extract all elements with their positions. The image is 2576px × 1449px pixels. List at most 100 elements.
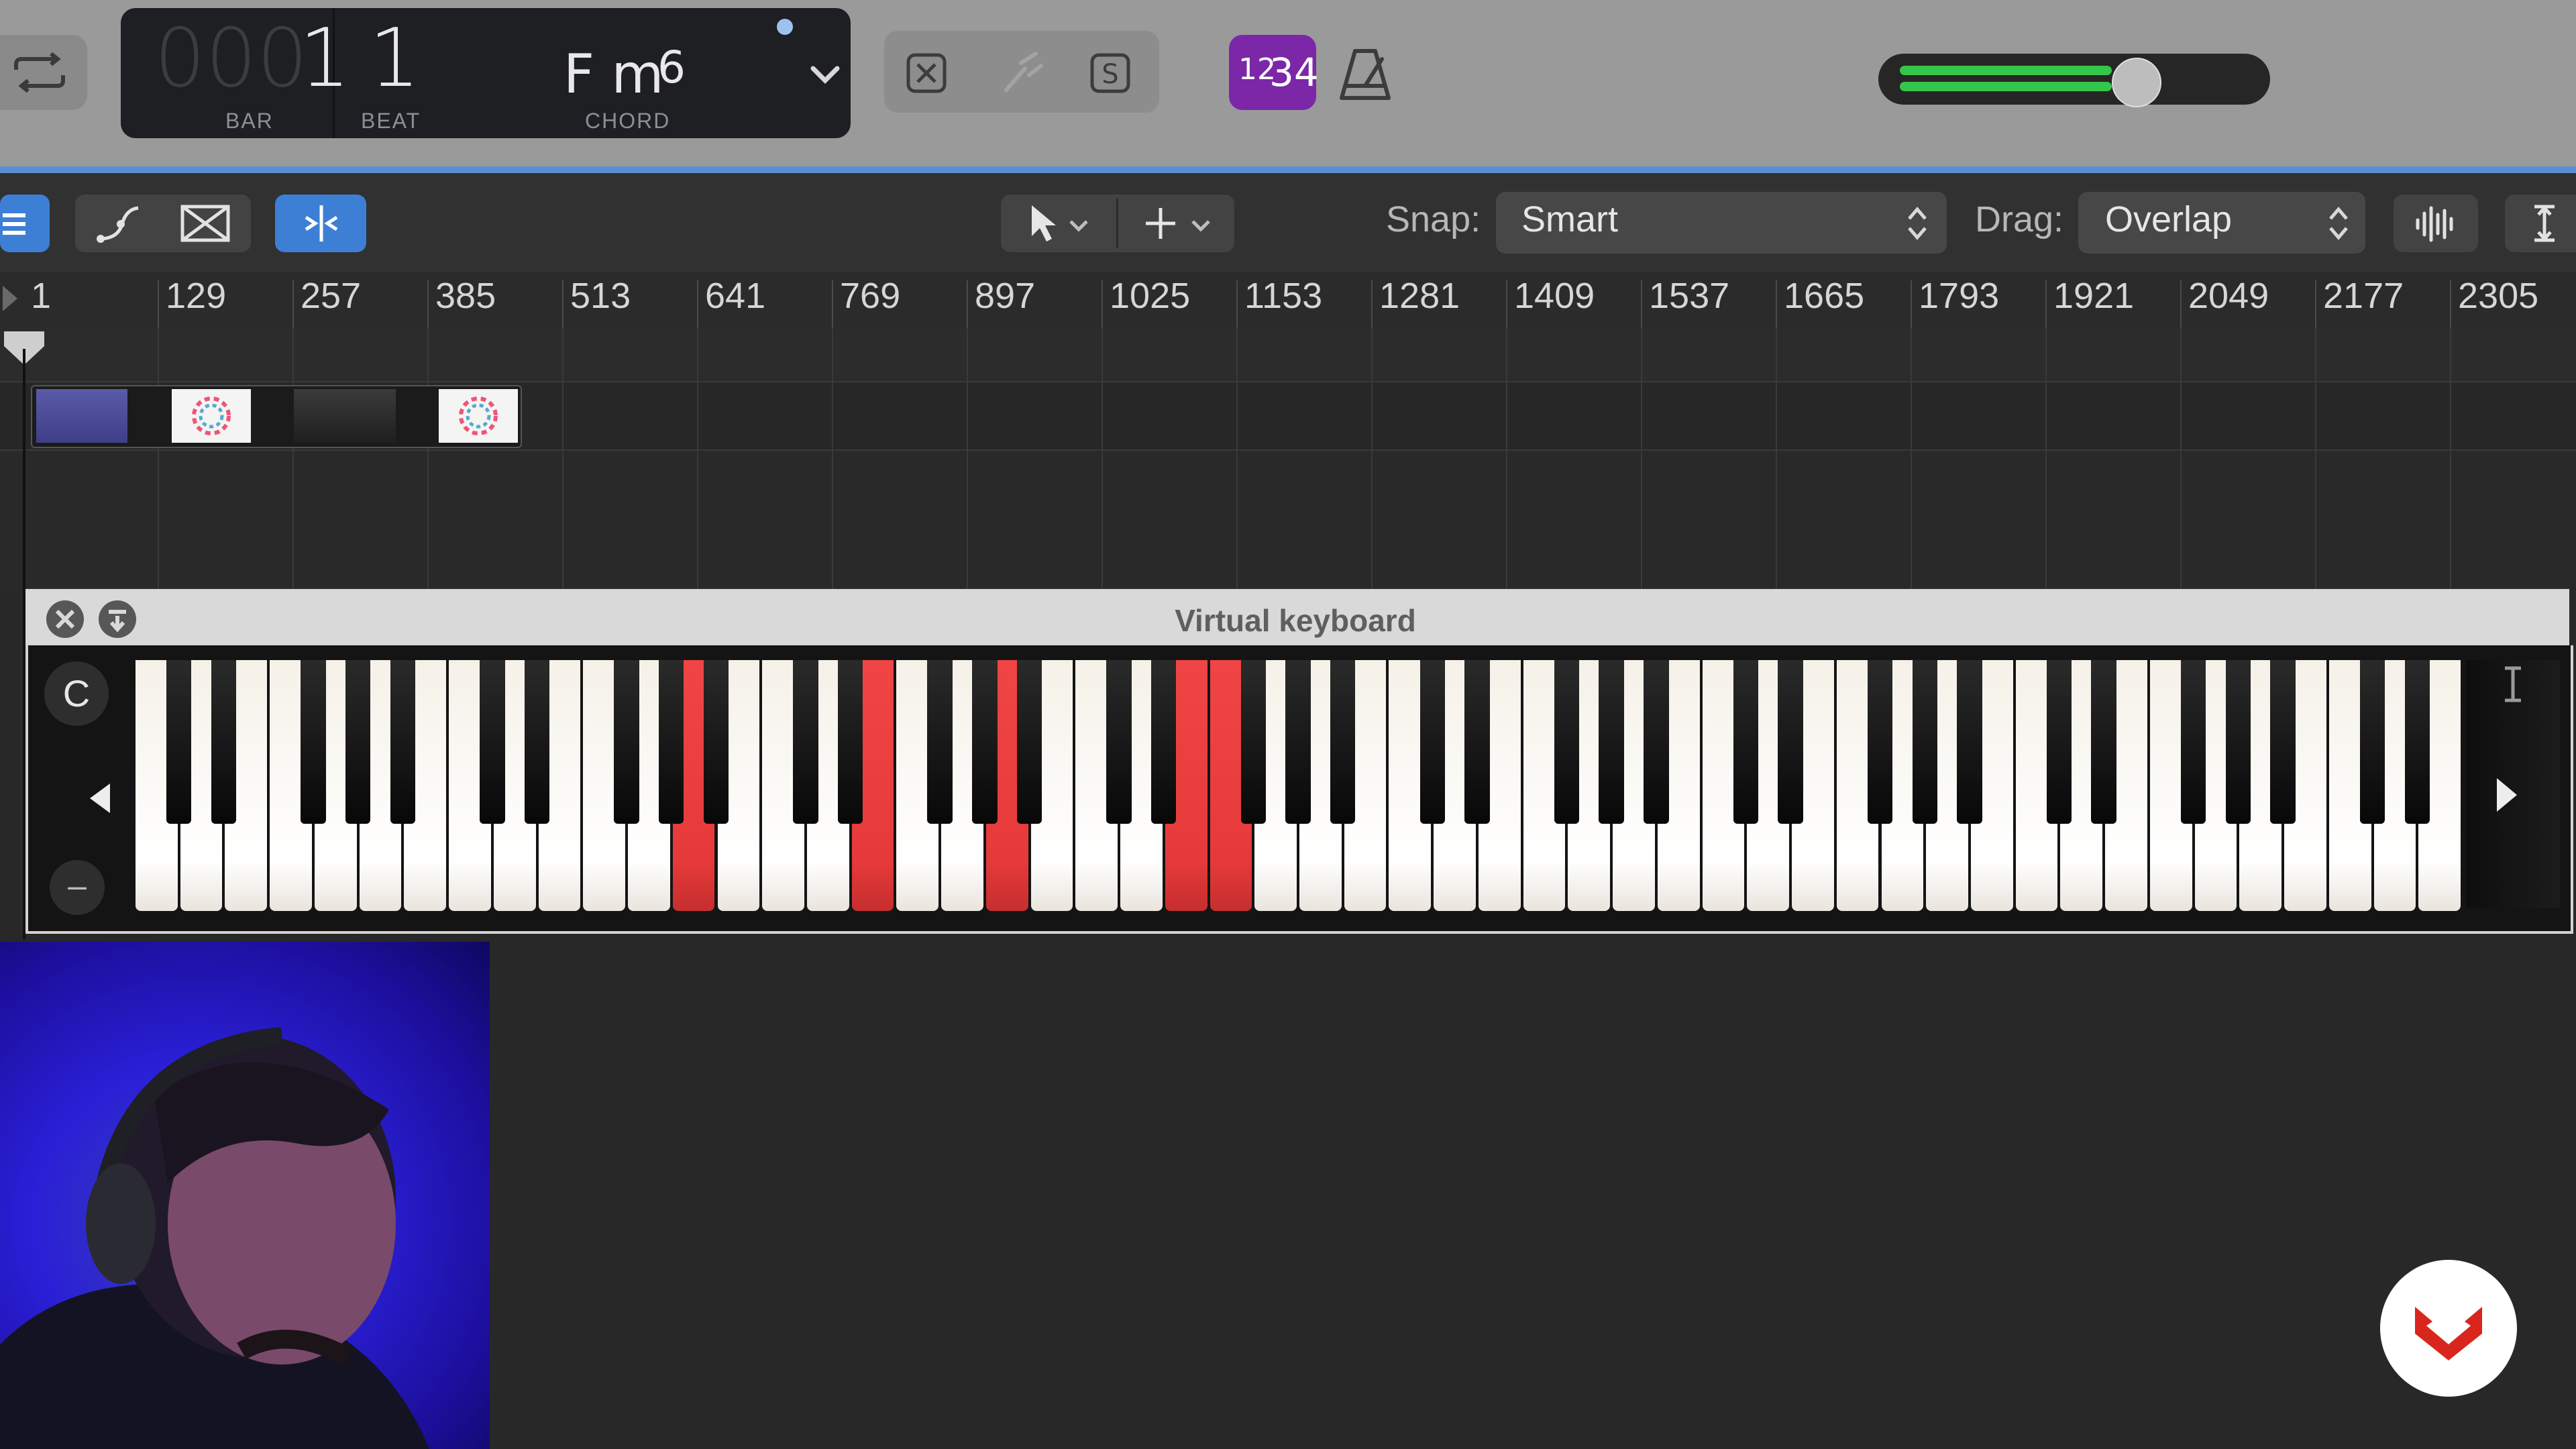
black-key[interactable] (2270, 660, 2296, 824)
pointer-tool-icon[interactable] (1022, 201, 1096, 246)
midi-in-button[interactable] (275, 195, 366, 252)
waveform-zoom-button[interactable] (2394, 195, 2478, 252)
octave-up-icon[interactable] (2490, 771, 2524, 818)
black-key[interactable] (345, 660, 371, 824)
crossfade-icon[interactable] (178, 203, 232, 244)
black-key[interactable] (524, 660, 550, 824)
piano-keys[interactable] (134, 660, 2462, 915)
marker-lane (0, 327, 2576, 382)
grid-line (2045, 327, 2047, 589)
grid-line (2315, 327, 2316, 589)
volume-knob[interactable] (2112, 58, 2162, 107)
ruler-tick (2450, 280, 2451, 327)
chord-indicator-dot (777, 19, 793, 35)
volume-meter-left (1900, 66, 2112, 75)
lcd-chevron-down-icon[interactable] (808, 62, 843, 89)
black-key[interactable] (1285, 660, 1311, 824)
list-editor-button[interactable] (0, 195, 50, 252)
grid-line (2180, 327, 2182, 589)
black-key[interactable] (1151, 660, 1177, 824)
drag-updown-icon (2329, 207, 2348, 240)
black-key[interactable] (614, 660, 639, 824)
empty-track-lane (0, 451, 2576, 589)
grid-line (562, 327, 564, 589)
black-key[interactable] (2046, 660, 2072, 824)
black-key[interactable] (1240, 660, 1266, 824)
black-key[interactable] (1957, 660, 1982, 824)
ruler-label: 769 (840, 276, 901, 316)
black-key[interactable] (211, 660, 237, 824)
vertical-zoom-button[interactable] (2505, 195, 2576, 252)
grid-line (427, 327, 429, 589)
snap-updown-icon (1908, 207, 1927, 240)
pencil-tool-icon[interactable] (1139, 201, 1220, 246)
black-key[interactable] (1554, 660, 1580, 824)
waveform-icon (2416, 206, 2453, 242)
black-key[interactable] (1016, 660, 1042, 824)
black-key[interactable] (2359, 660, 2385, 824)
black-key[interactable] (1778, 660, 1803, 824)
cycle-button[interactable] (0, 35, 87, 110)
ruler-label: 1921 (2053, 276, 2135, 316)
grid-line (1371, 327, 1373, 589)
ruler-tick (2180, 280, 2182, 327)
black-key[interactable] (972, 660, 998, 824)
black-key[interactable] (1330, 660, 1356, 824)
black-key[interactable] (703, 660, 729, 824)
octave-down-icon[interactable] (83, 778, 117, 818)
close-icon[interactable] (43, 597, 87, 641)
channel-logo[interactable] (2380, 1260, 2517, 1397)
video-thumbnails[interactable] (31, 385, 522, 448)
ruler-label: 1537 (1649, 276, 1730, 316)
black-key[interactable] (838, 660, 863, 824)
ruler-label: 1793 (1919, 276, 2000, 316)
octave-label: C (44, 661, 109, 726)
tuner-icon[interactable] (998, 50, 1045, 97)
black-key[interactable] (480, 660, 505, 824)
black-key[interactable] (1419, 660, 1445, 824)
minimize-icon[interactable] (95, 597, 140, 641)
black-key[interactable] (1644, 660, 1669, 824)
black-key[interactable] (166, 660, 192, 824)
mode-buttons-group: S (884, 31, 1159, 113)
count-in-large: 34 (1269, 50, 1319, 95)
logo-icon (2415, 1307, 2482, 1360)
black-key[interactable] (659, 660, 684, 824)
black-key[interactable] (927, 660, 953, 824)
black-key[interactable] (390, 660, 416, 824)
ruler-tick (292, 280, 294, 327)
black-key[interactable] (1599, 660, 1624, 824)
color-wheel-icon (459, 396, 498, 435)
velocity-minus-button[interactable]: – (50, 860, 105, 915)
list-icon (3, 213, 25, 235)
keyboard-resize-icon[interactable] (2500, 664, 2526, 704)
master-volume-slider[interactable] (1878, 54, 2270, 105)
thumbnail-2 (172, 389, 251, 443)
black-key[interactable] (2091, 660, 2116, 824)
count-in-button[interactable]: 12 34 (1229, 35, 1319, 110)
black-key[interactable] (1733, 660, 1758, 824)
thumbnail-4 (439, 389, 518, 443)
black-key[interactable] (1106, 660, 1132, 824)
black-key[interactable] (1912, 660, 1937, 824)
automation-curve-icon[interactable] (95, 203, 142, 244)
automation-curve-group (75, 195, 251, 252)
ruler-tick (1236, 280, 1238, 327)
replace-mode-icon[interactable] (903, 50, 950, 97)
bar-ruler[interactable]: 1 129 257 385 513 641 769 897 1025 1153 1281 1409 15… (0, 272, 2576, 329)
snap-value: Smart (1521, 199, 1619, 239)
black-key[interactable] (301, 660, 326, 824)
black-key[interactable] (793, 660, 818, 824)
black-key[interactable] (2404, 660, 2430, 824)
black-key[interactable] (1464, 660, 1490, 824)
solo-icon[interactable]: S (1087, 50, 1134, 97)
control-bar-divider (0, 166, 2576, 173)
black-key[interactable] (1867, 660, 1893, 824)
grid-line (1776, 327, 1777, 589)
black-key[interactable] (2225, 660, 2251, 824)
metronome-icon[interactable] (1335, 44, 1395, 105)
ruler-tick (697, 280, 698, 327)
ruler-tick (1102, 280, 1103, 327)
grid-line (1641, 327, 1642, 589)
black-key[interactable] (2180, 660, 2206, 824)
